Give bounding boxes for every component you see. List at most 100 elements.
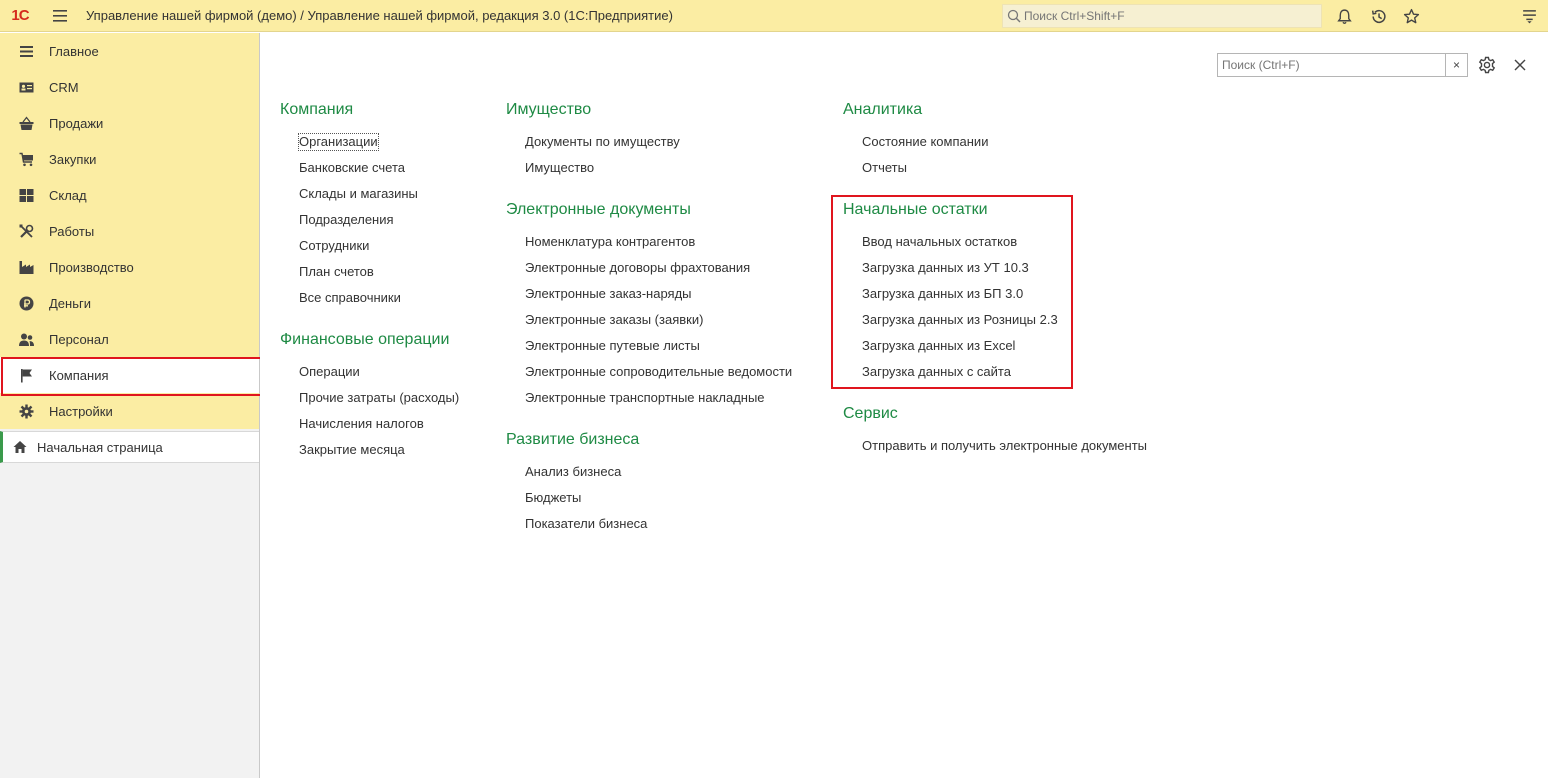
cart-icon bbox=[18, 151, 34, 167]
link-month-closing[interactable]: Закрытие месяца bbox=[280, 442, 459, 468]
link-other-expenses[interactable]: Прочие затраты (расходы) bbox=[280, 390, 459, 416]
sidebar-item-personnel[interactable]: Персонал bbox=[0, 321, 259, 357]
link-warehouses-stores[interactable]: Склады и магазины bbox=[280, 186, 459, 212]
1c-logo[interactable]: 1С bbox=[0, 0, 40, 32]
link-label: Электронные заказ-наряды bbox=[525, 286, 692, 301]
contact-card-icon bbox=[18, 79, 34, 95]
title-bar: 1С Управление нашей фирмой (демо) / Упра… bbox=[0, 0, 1548, 32]
gear-icon[interactable] bbox=[1477, 55, 1497, 75]
section-financial-operations: Финансовые операции Операции Прочие затр… bbox=[280, 331, 459, 468]
link-label: Отправить и получить электронные докумен… bbox=[862, 438, 1147, 453]
sidebar-item-company[interactable]: Компания bbox=[0, 357, 262, 396]
link-label: Анализ бизнеса bbox=[525, 464, 622, 479]
global-search-input[interactable] bbox=[1024, 9, 1314, 23]
favorites-star-icon[interactable] bbox=[1401, 6, 1421, 26]
section-business-development: Развитие бизнеса Анализ бизнеса Бюджеты … bbox=[506, 431, 792, 542]
link-tax-accruals[interactable]: Начисления налогов bbox=[280, 416, 459, 442]
link-charter-contracts[interactable]: Электронные договоры фрахтования bbox=[506, 260, 792, 286]
column-1: Компания Организации Банковские счета Ск… bbox=[280, 101, 459, 483]
link-label: Номенклатура контрагентов bbox=[525, 234, 696, 249]
boxes-icon bbox=[18, 187, 34, 203]
section-electronic-documents: Электронные документы Номенклатура контр… bbox=[506, 201, 792, 416]
link-electronic-orders[interactable]: Электронные заказы (заявки) bbox=[506, 312, 792, 338]
sidebar-item-settings[interactable]: Настройки bbox=[0, 393, 259, 429]
main-menu-icon[interactable] bbox=[40, 0, 80, 32]
home-page-tab[interactable]: Начальная страница bbox=[0, 431, 259, 463]
home-page-label: Начальная страница bbox=[37, 439, 163, 455]
link-label: Электронные сопроводительные ведомости bbox=[525, 364, 793, 379]
highlight-frame bbox=[831, 195, 1073, 389]
logo-text: 1С bbox=[11, 7, 29, 24]
gear-icon bbox=[18, 403, 34, 419]
link-label: Сотрудники bbox=[299, 238, 370, 253]
link-label: Электронные транспортные накладные bbox=[525, 390, 765, 405]
link-departments[interactable]: Подразделения bbox=[280, 212, 459, 238]
link-label: План счетов bbox=[299, 264, 374, 279]
link-accompanying-statements[interactable]: Электронные сопроводительные ведомости bbox=[506, 364, 792, 390]
link-bank-accounts[interactable]: Банковские счета bbox=[280, 160, 459, 186]
link-company-status[interactable]: Состояние компании bbox=[843, 134, 1147, 160]
sidebar-item-crm[interactable]: CRM bbox=[0, 69, 259, 105]
link-label: Отчеты bbox=[862, 160, 907, 175]
link-organizations[interactable]: Организации bbox=[280, 133, 459, 160]
notifications-bell-icon[interactable] bbox=[1334, 6, 1354, 26]
sidebar-item-label: Закупки bbox=[49, 151, 97, 167]
settings-menu-icon[interactable] bbox=[1519, 6, 1539, 26]
link-label: Все справочники bbox=[299, 290, 401, 305]
search-icon bbox=[1007, 9, 1021, 23]
link-employees[interactable]: Сотрудники bbox=[280, 238, 459, 264]
sections-panel: Главное CRM Продажи Закупки Склад Работы… bbox=[0, 33, 262, 778]
link-property[interactable]: Имущество bbox=[506, 160, 792, 186]
link-counterparty-nomenclature[interactable]: Номенклатура контрагентов bbox=[506, 234, 792, 260]
section-title: Компания bbox=[280, 101, 354, 118]
link-operations[interactable]: Операции bbox=[280, 364, 459, 390]
link-budgets[interactable]: Бюджеты bbox=[506, 490, 792, 516]
column-2: Имущество Документы по имуществу Имущест… bbox=[506, 101, 792, 557]
section-title: Сервис bbox=[843, 405, 898, 422]
sidebar-item-label: Главное bbox=[49, 43, 99, 59]
section-company: Компания Организации Банковские счета Ск… bbox=[280, 101, 459, 316]
content-search-input[interactable] bbox=[1218, 54, 1445, 76]
section-analytics: Аналитика Состояние компании Отчеты bbox=[843, 101, 1147, 186]
content-search[interactable]: × bbox=[1217, 53, 1468, 77]
sidebar-item-warehouse[interactable]: Склад bbox=[0, 177, 259, 213]
link-business-analysis[interactable]: Анализ бизнеса bbox=[506, 464, 792, 490]
sidebar-item-works[interactable]: Работы bbox=[0, 213, 259, 249]
link-property-documents[interactable]: Документы по имуществу bbox=[506, 134, 792, 160]
global-search[interactable] bbox=[1002, 4, 1322, 28]
section-service: Сервис Отправить и получить электронные … bbox=[843, 405, 1147, 464]
link-all-catalogs[interactable]: Все справочники bbox=[280, 290, 459, 316]
sidebar-item-money[interactable]: Деньги bbox=[0, 285, 259, 321]
link-label: Бюджеты bbox=[525, 490, 582, 505]
link-transport-invoices[interactable]: Электронные транспортные накладные bbox=[506, 390, 792, 416]
sections-list: Главное CRM Продажи Закупки Склад Работы… bbox=[0, 33, 262, 429]
factory-icon bbox=[18, 259, 34, 275]
sidebar-item-purchases[interactable]: Закупки bbox=[0, 141, 259, 177]
clear-search-button[interactable]: × bbox=[1445, 54, 1467, 76]
link-waybills[interactable]: Электронные путевые листы bbox=[506, 338, 792, 364]
link-chart-of-accounts[interactable]: План счетов bbox=[280, 264, 459, 290]
link-label: Электронные путевые листы bbox=[525, 338, 700, 353]
link-reports[interactable]: Отчеты bbox=[843, 160, 1147, 186]
link-label: Имущество bbox=[525, 160, 595, 175]
ruble-coin-icon bbox=[18, 295, 34, 311]
link-label: Организации bbox=[298, 133, 379, 151]
sidebar-item-main[interactable]: Главное bbox=[0, 33, 259, 69]
flag-icon bbox=[18, 367, 34, 383]
link-business-indicators[interactable]: Показатели бизнеса bbox=[506, 516, 792, 542]
link-label: Начисления налогов bbox=[299, 416, 424, 431]
history-icon[interactable] bbox=[1368, 6, 1388, 26]
link-send-receive-edocs[interactable]: Отправить и получить электронные докумен… bbox=[843, 438, 1147, 464]
people-icon bbox=[18, 331, 34, 347]
link-label: Закрытие месяца bbox=[299, 442, 405, 457]
sidebar-item-label: Производство bbox=[49, 259, 134, 275]
link-work-orders[interactable]: Электронные заказ-наряды bbox=[506, 286, 792, 312]
sidebar-item-sales[interactable]: Продажи bbox=[0, 105, 259, 141]
close-icon[interactable] bbox=[1510, 55, 1530, 75]
window-title: Управление нашей фирмой (демо) / Управле… bbox=[86, 8, 673, 23]
section-title: Аналитика bbox=[843, 101, 923, 118]
sidebar-item-production[interactable]: Производство bbox=[0, 249, 259, 285]
sidebar-item-label: Работы bbox=[49, 223, 95, 239]
sidebar-item-label: Продажи bbox=[49, 115, 104, 131]
section-content: × Компания Организации Банковские счета … bbox=[260, 33, 1548, 778]
